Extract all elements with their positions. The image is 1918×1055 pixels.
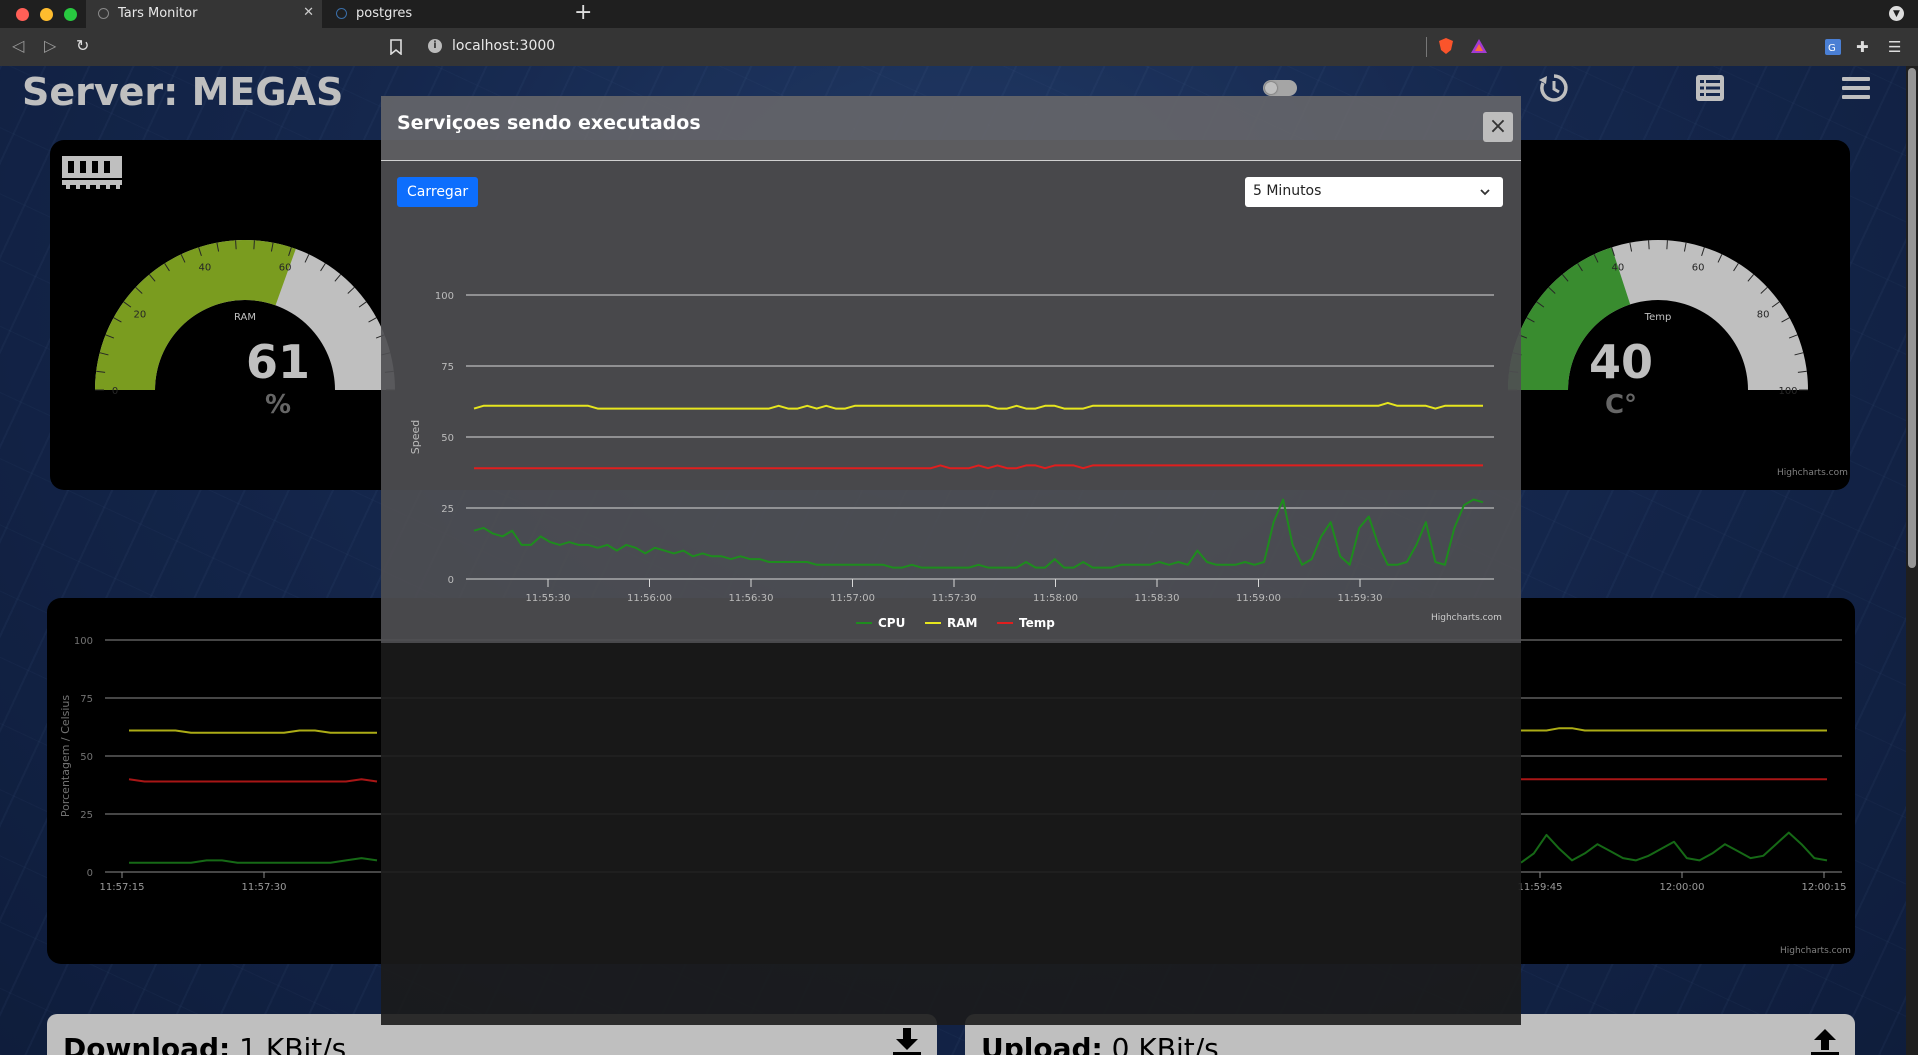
tab-list-chevron-icon[interactable]: ▼ xyxy=(1889,6,1904,21)
modal-body: Carregar 5 Minutos 0 25 50 75 100 Speed 11:55:… xyxy=(381,161,1521,643)
modal-chart-y-axis-label: Speed xyxy=(409,420,422,454)
modal-chart-y-tick-label: 100 xyxy=(435,291,454,302)
globe-icon xyxy=(98,8,109,19)
modal-chart-y-tick-label: 25 xyxy=(441,504,454,515)
tab-tars-monitor[interactable]: Tars Monitor ✕ xyxy=(86,0,322,28)
site-info-icon[interactable]: i xyxy=(428,39,442,53)
forward-icon[interactable]: ▷ xyxy=(44,36,56,55)
modal-chart-x-tick-label: 11:57:00 xyxy=(830,593,875,604)
browser-tab-bar: Tars Monitor ✕ postgres + ▼ xyxy=(0,0,1918,28)
postgres-icon xyxy=(336,8,347,19)
close-tab-icon[interactable]: ✕ xyxy=(303,5,314,20)
svg-text:G: G xyxy=(1828,43,1836,54)
modal-chart-x-tick-label: 11:59:00 xyxy=(1236,593,1281,604)
reload-icon[interactable]: ↻ xyxy=(76,36,89,55)
new-tab-icon[interactable]: + xyxy=(574,2,592,24)
window-close-dot[interactable] xyxy=(16,8,29,21)
services-speed-chart: 0 25 50 75 100 Speed 11:55:30 11:56:00 11:56:30 1… xyxy=(409,291,1494,630)
modal-chart-y-tick-label: 75 xyxy=(441,362,454,373)
modal-chart-x-tick-label: 11:56:30 xyxy=(729,593,774,604)
modal-chart-y-tick-label: 0 xyxy=(448,575,454,586)
toolbar-divider xyxy=(1426,37,1427,57)
modal-chart-series-ram xyxy=(473,401,1483,410)
time-range-selected: 5 Minutos xyxy=(1253,183,1322,199)
modal-chart-x-tick-label: 11:56:00 xyxy=(627,593,672,604)
brave-shield-icon[interactable] xyxy=(1438,37,1454,55)
load-button[interactable]: Carregar xyxy=(397,177,479,207)
modal-chart-x-tick-label: 11:58:00 xyxy=(1033,593,1078,604)
browser-toolbar: ◁ ▷ ↻ i localhost:3000 G ✚ ☰ xyxy=(0,28,1918,66)
modal-header: Serviçoes sendo executados × xyxy=(381,96,1521,161)
address-bar[interactable]: localhost:3000 xyxy=(452,38,555,54)
browser-menu-icon[interactable]: ☰ xyxy=(1888,38,1901,56)
tab-postgres[interactable]: postgres xyxy=(324,0,562,28)
modal-lower-area xyxy=(381,643,1521,1025)
modal-chart-series-temp xyxy=(474,464,1483,470)
modal-title: Serviçoes sendo executados xyxy=(397,112,701,134)
modal-chart-legend-cpu[interactable]: CPU xyxy=(878,616,905,630)
translate-icon[interactable]: G xyxy=(1824,38,1842,56)
time-range-select[interactable]: 5 Minutos xyxy=(1245,177,1503,207)
services-modal: Serviçoes sendo executados × Carregar 5 … xyxy=(381,96,1521,1025)
modal-chart-credits: Highcharts.com xyxy=(1431,613,1502,623)
extensions-icon[interactable]: ✚ xyxy=(1856,38,1869,56)
modal-chart-x-tick-label: 11:55:30 xyxy=(526,593,571,604)
modal-chart-x-tick-label: 11:59:30 xyxy=(1338,593,1383,604)
close-icon[interactable]: × xyxy=(1483,112,1513,142)
modal-chart-x-tick-label: 11:57:30 xyxy=(932,593,977,604)
modal-chart-series-cpu xyxy=(473,498,1484,569)
window-minimize-dot[interactable] xyxy=(40,8,53,21)
modal-chart-y-tick-label: 50 xyxy=(441,433,454,444)
chevron-down-icon xyxy=(1480,189,1490,196)
modal-chart-legend-temp[interactable]: Temp xyxy=(1019,616,1055,630)
modal-chart-legend-ram[interactable]: RAM xyxy=(947,616,977,630)
modal-chart-x-tick-label: 11:58:30 xyxy=(1135,593,1180,604)
back-icon[interactable]: ◁ xyxy=(12,36,24,55)
window-maximize-dot[interactable] xyxy=(64,8,77,21)
brave-rewards-icon[interactable] xyxy=(1470,38,1488,54)
bookmark-icon[interactable] xyxy=(390,39,402,55)
